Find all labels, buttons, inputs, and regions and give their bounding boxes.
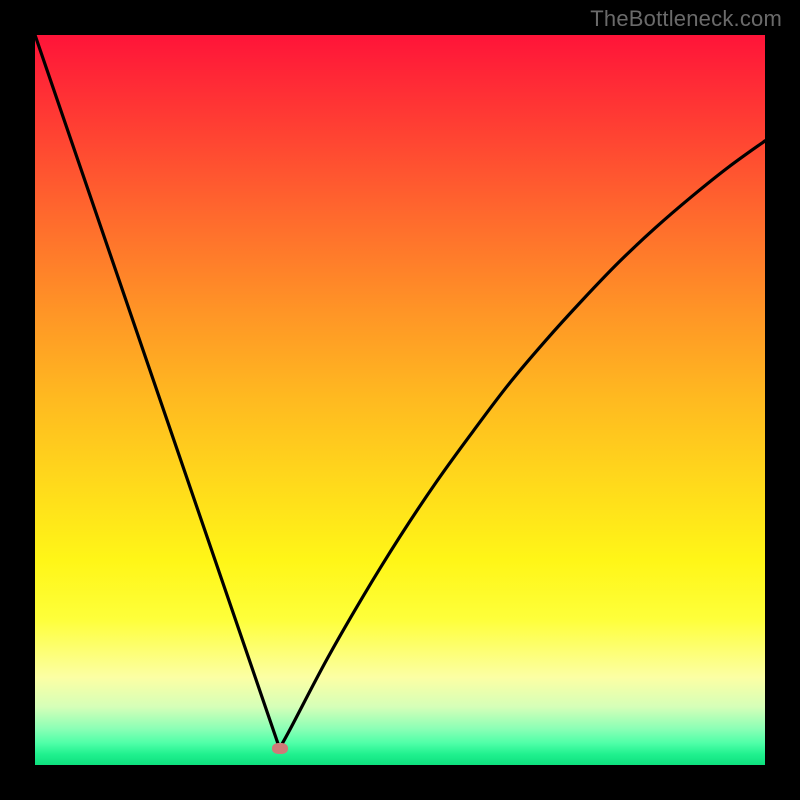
bottleneck-curve xyxy=(35,35,765,748)
watermark-text: TheBottleneck.com xyxy=(590,6,782,32)
plot-area xyxy=(35,35,765,765)
chart-frame: TheBottleneck.com xyxy=(0,0,800,800)
curve-svg xyxy=(35,35,765,765)
minimum-marker xyxy=(272,743,288,754)
